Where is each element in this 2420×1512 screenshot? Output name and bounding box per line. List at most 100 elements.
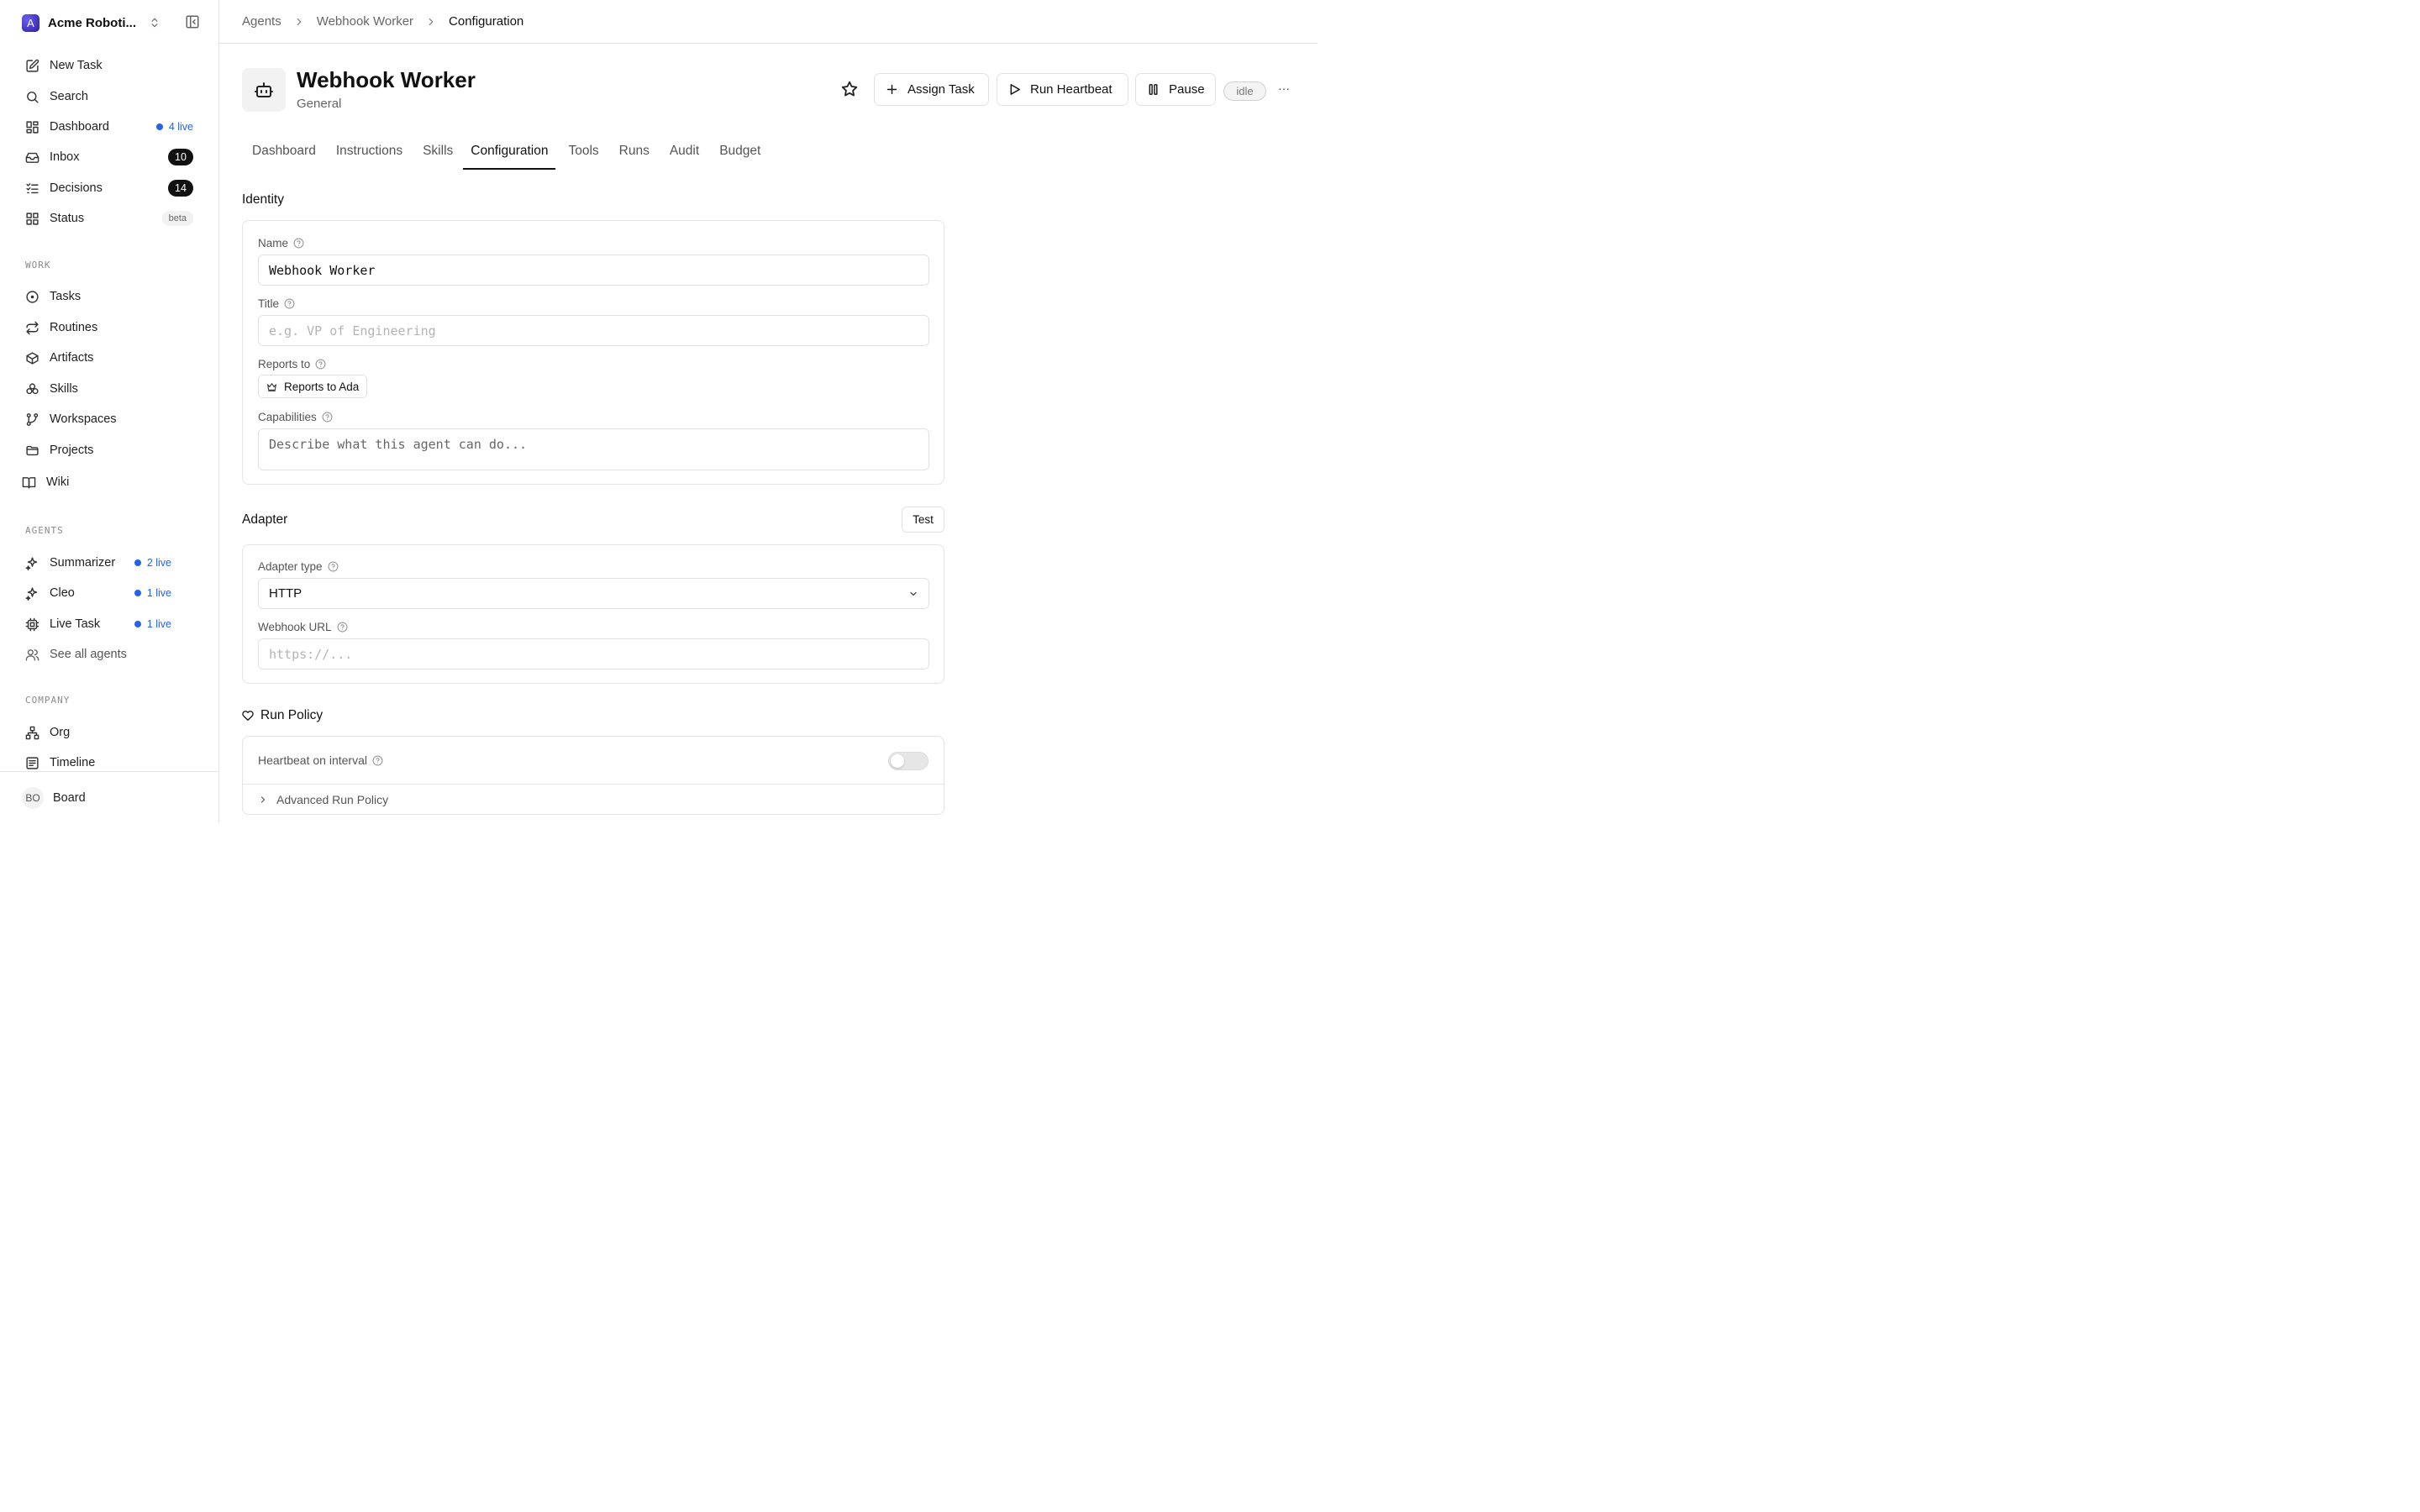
help-circle-icon[interactable] bbox=[328, 561, 339, 572]
chevron-right-icon bbox=[429, 18, 434, 25]
reports-to-value: Reports to Ada bbox=[284, 380, 360, 393]
live-indicator: 4 live bbox=[155, 121, 193, 133]
webhook-url-input[interactable]: https://... bbox=[258, 638, 929, 669]
tab-budget[interactable]: Budget bbox=[709, 139, 771, 170]
sidebar-item-label: Summarizer bbox=[50, 556, 116, 570]
user-menu[interactable]: BO Board bbox=[0, 771, 218, 823]
breadcrumb: Agents Webhook Worker Configuration bbox=[219, 0, 1318, 44]
identity-card: Name Webhook Worker Title e.g. VP of Eng… bbox=[242, 220, 944, 485]
pause-button[interactable]: Pause bbox=[1135, 73, 1216, 106]
help-circle-icon[interactable] bbox=[372, 755, 383, 766]
help-circle-icon[interactable] bbox=[322, 412, 333, 423]
toggle-knob bbox=[891, 754, 904, 768]
breadcrumb-agent[interactable]: Webhook Worker bbox=[317, 14, 413, 29]
user-name: Board bbox=[53, 790, 86, 805]
webhook-url-field-label: Webhook URL bbox=[258, 621, 348, 633]
run-policy-card: Heartbeat on interval Advanced Run Polic… bbox=[242, 736, 944, 815]
sidebar-item-cleo[interactable]: Cleo 1 live bbox=[25, 583, 171, 603]
tab-instructions[interactable]: Instructions bbox=[326, 139, 413, 170]
adapter-type-select[interactable]: HTTP bbox=[258, 578, 929, 609]
plus-icon bbox=[886, 84, 897, 95]
sidebar-item-projects[interactable]: Projects bbox=[25, 440, 193, 460]
tab-skills[interactable]: Skills bbox=[413, 139, 463, 170]
sidebar-item-dashboard[interactable]: Dashboard 4 live bbox=[25, 117, 193, 137]
more-options-icon[interactable]: ··· bbox=[1278, 81, 1292, 98]
title-label-text: Title bbox=[258, 297, 280, 310]
tab-runs[interactable]: Runs bbox=[609, 139, 660, 170]
sidebar-item-see-all-agents[interactable]: See all agents bbox=[25, 644, 193, 664]
avatar: BO bbox=[22, 786, 44, 809]
folder-icon bbox=[26, 445, 39, 455]
sidebar-item-artifacts[interactable]: Artifacts bbox=[25, 348, 193, 368]
name-label-text: Name bbox=[258, 237, 289, 249]
sidebar-item-summarizer[interactable]: Summarizer 2 live bbox=[25, 553, 171, 573]
reports-to-button[interactable]: Reports to Ada bbox=[258, 375, 368, 398]
sidebar-item-live-task[interactable]: Live Task 1 live bbox=[25, 614, 171, 634]
sidebar-item-skills[interactable]: Skills bbox=[25, 379, 193, 399]
live-indicator: 1 live bbox=[134, 618, 171, 630]
sidebar-item-inbox[interactable]: Inbox 10 bbox=[25, 147, 193, 167]
sidebar-item-status[interactable]: Status beta bbox=[25, 208, 193, 228]
breadcrumb-agents[interactable]: Agents bbox=[242, 14, 281, 29]
live-dot bbox=[134, 621, 141, 627]
book-icon bbox=[22, 476, 36, 489]
breadcrumb-current: Configuration bbox=[449, 14, 524, 29]
sidebar-item-label: Skills bbox=[50, 382, 78, 396]
tab-audit[interactable]: Audit bbox=[660, 139, 709, 170]
sidebar-item-label: Tasks bbox=[50, 290, 82, 303]
help-circle-icon[interactable] bbox=[315, 359, 326, 370]
run-policy-title-text: Run Policy bbox=[260, 708, 324, 722]
sidebar-item-label: Projects bbox=[50, 444, 94, 457]
sidebar-item-label: See all agents bbox=[50, 648, 127, 661]
header-actions: Assign Task Run Heartbeat Pause idle ··· bbox=[0, 73, 1318, 107]
capabilities-textarea[interactable]: Describe what this agent can do... bbox=[258, 428, 929, 470]
sidebar-item-decisions[interactable]: Decisions 14 bbox=[25, 178, 193, 198]
sidebar-item-wiki[interactable]: Wiki bbox=[22, 472, 190, 492]
timeline-icon bbox=[26, 756, 39, 769]
help-circle-icon[interactable] bbox=[337, 622, 348, 633]
assign-task-button[interactable]: Assign Task bbox=[874, 73, 989, 106]
sidebar-item-routines[interactable]: Routines bbox=[25, 318, 193, 338]
play-icon bbox=[1010, 84, 1020, 95]
run-heartbeat-button[interactable]: Run Heartbeat bbox=[997, 73, 1128, 106]
advanced-run-policy-row[interactable]: Advanced Run Policy bbox=[243, 785, 944, 815]
reports-to-label-text: Reports to bbox=[258, 358, 311, 370]
sidebar-collapse-icon[interactable] bbox=[185, 14, 200, 29]
live-indicator: 2 live bbox=[134, 557, 171, 569]
sparkles-icon bbox=[25, 586, 38, 601]
company-name: Acme Roboti... bbox=[48, 15, 137, 30]
sidebar-item-org[interactable]: Org bbox=[25, 722, 193, 743]
star-icon[interactable] bbox=[840, 80, 859, 98]
tab-tools[interactable]: Tools bbox=[555, 139, 608, 170]
pause-label: Pause bbox=[1169, 82, 1205, 97]
tab-bar: Dashboard Instructions Skills Configurat… bbox=[242, 139, 771, 170]
live-indicator: 1 live bbox=[134, 587, 171, 599]
name-input[interactable]: Webhook Worker bbox=[258, 255, 929, 286]
sidebar-item-tasks[interactable]: Tasks bbox=[25, 286, 193, 307]
advanced-run-policy-label: Advanced Run Policy bbox=[276, 793, 389, 806]
sparkles-icon bbox=[25, 556, 38, 570]
sidebar-item-timeline[interactable]: Timeline bbox=[25, 753, 193, 773]
title-input[interactable]: e.g. VP of Engineering bbox=[258, 315, 929, 346]
repeat-icon bbox=[26, 321, 39, 334]
capabilities-field-label: Capabilities bbox=[258, 411, 333, 423]
heartbeat-toggle[interactable] bbox=[888, 752, 929, 770]
test-adapter-button[interactable]: Test bbox=[902, 507, 944, 533]
status-badge: idle bbox=[1223, 81, 1266, 101]
sidebar-item-label: Workspaces bbox=[50, 412, 117, 426]
live-count: 2 live bbox=[146, 557, 171, 569]
help-circle-icon[interactable] bbox=[284, 298, 295, 309]
list-check-icon bbox=[26, 182, 39, 193]
name-field-label: Name bbox=[258, 237, 304, 249]
sidebar-item-label: Cleo bbox=[50, 586, 75, 600]
sidebar-item-label: New Task bbox=[50, 59, 103, 72]
tab-configuration[interactable]: Configuration bbox=[463, 139, 556, 170]
chevrons-up-down-icon bbox=[151, 18, 158, 28]
help-circle-icon[interactable] bbox=[293, 238, 304, 249]
sidebar-item-workspaces[interactable]: Workspaces bbox=[25, 409, 193, 429]
beta-badge: beta bbox=[161, 211, 193, 226]
heartbeat-row: Heartbeat on interval bbox=[243, 737, 944, 785]
tab-dashboard[interactable]: Dashboard bbox=[242, 139, 326, 170]
section-label-company: COMPANY bbox=[25, 695, 71, 706]
company-switcher[interactable]: A Acme Roboti... bbox=[22, 13, 200, 33]
